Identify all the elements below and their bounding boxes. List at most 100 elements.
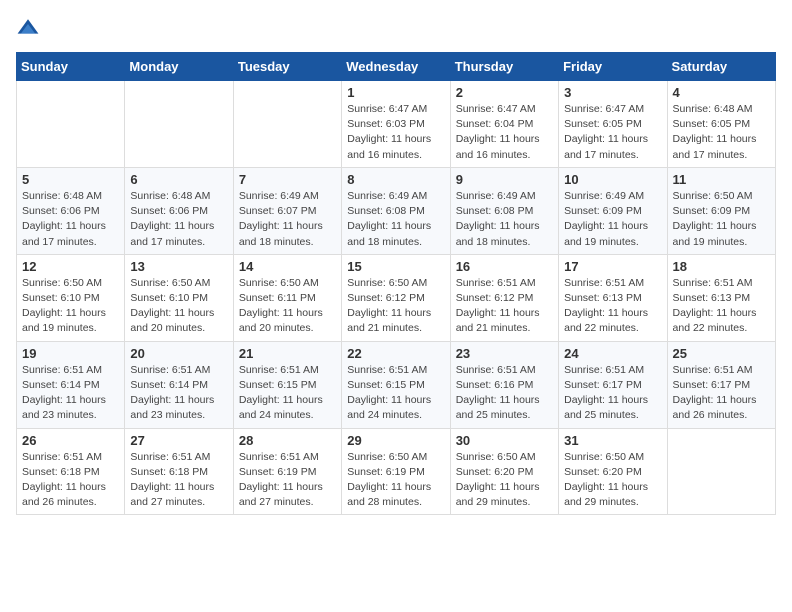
day-number: 13: [130, 259, 227, 274]
day-info: Sunrise: 6:47 AMSunset: 6:04 PMDaylight:…: [456, 102, 553, 163]
calendar-day-cell: 14 Sunrise: 6:50 AMSunset: 6:11 PMDayligh…: [233, 254, 341, 341]
day-info: Sunrise: 6:51 AMSunset: 6:19 PMDaylight:…: [239, 450, 336, 511]
calendar-week-row: 1Sunrise: 6:47 AMSunset: 6:03 PMDaylight…: [17, 81, 776, 168]
day-info: Sunrise: 6:49 AMSunset: 6:08 PMDaylight:…: [456, 189, 553, 250]
page-header: [16, 16, 776, 40]
day-info: Sunrise: 6:51 AMSunset: 6:18 PMDaylight:…: [130, 450, 227, 511]
day-info: Sunrise: 6:49 AMSunset: 6:08 PMDaylight:…: [347, 189, 444, 250]
day-of-week-header: Sunday: [17, 53, 125, 81]
day-number: 14: [239, 259, 336, 274]
day-info: Sunrise: 6:49 AMSunset: 6:09 PMDaylight:…: [564, 189, 661, 250]
calendar-day-cell: 20 Sunrise: 6:51 AMSunset: 6:14 PMDayligh…: [125, 341, 233, 428]
calendar-week-row: 26Sunrise: 6:51 AMSunset: 6:18 PMDayligh…: [17, 428, 776, 515]
day-number: 5: [22, 172, 119, 187]
calendar-day-cell: 11Sunrise: 6:50 AMSunset: 6:09 PMDayligh…: [667, 167, 775, 254]
day-number: 12: [22, 259, 119, 274]
day-info: Sunrise: 6:51 AMSunset: 6:13 PMDaylight:…: [673, 276, 770, 337]
day-info: Sunrise: 6:51 AMSunset: 6:15 PMDaylight:…: [239, 363, 336, 424]
day-number: 17: [564, 259, 661, 274]
day-info: Sunrise: 6:50 AMSunset: 6:10 PMDaylight:…: [22, 276, 119, 337]
calendar-table: SundayMondayTuesdayWednesdayThursdayFrid…: [16, 52, 776, 515]
day-number: 2: [456, 85, 553, 100]
day-info: Sunrise: 6:47 AMSunset: 6:03 PMDaylight:…: [347, 102, 444, 163]
day-number: 22: [347, 346, 444, 361]
calendar-day-cell: 13 Sunrise: 6:50 AMSunset: 6:10 PMDayligh…: [125, 254, 233, 341]
calendar-day-cell: 3 Sunrise: 6:47 AMSunset: 6:05 PMDaylight…: [559, 81, 667, 168]
days-of-week-row: SundayMondayTuesdayWednesdayThursdayFrid…: [17, 53, 776, 81]
day-number: 6: [130, 172, 227, 187]
calendar-header: SundayMondayTuesdayWednesdayThursdayFrid…: [17, 53, 776, 81]
day-number: 24: [564, 346, 661, 361]
day-info: Sunrise: 6:49 AMSunset: 6:07 PMDaylight:…: [239, 189, 336, 250]
calendar-day-cell: 5 Sunrise: 6:48 AMSunset: 6:06 PMDaylight…: [17, 167, 125, 254]
calendar-day-cell: [667, 428, 775, 515]
day-number: 15: [347, 259, 444, 274]
day-number: 9: [456, 172, 553, 187]
day-info: Sunrise: 6:50 AMSunset: 6:11 PMDaylight:…: [239, 276, 336, 337]
day-info: Sunrise: 6:51 AMSunset: 6:18 PMDaylight:…: [22, 450, 119, 511]
day-info: Sunrise: 6:51 AMSunset: 6:14 PMDaylight:…: [130, 363, 227, 424]
calendar-body: 1Sunrise: 6:47 AMSunset: 6:03 PMDaylight…: [17, 81, 776, 515]
calendar-day-cell: 2 Sunrise: 6:47 AMSunset: 6:04 PMDaylight…: [450, 81, 558, 168]
day-info: Sunrise: 6:50 AMSunset: 6:19 PMDaylight:…: [347, 450, 444, 511]
day-info: Sunrise: 6:51 AMSunset: 6:12 PMDaylight:…: [456, 276, 553, 337]
day-number: 21: [239, 346, 336, 361]
calendar-week-row: 19 Sunrise: 6:51 AMSunset: 6:14 PMDayligh…: [17, 341, 776, 428]
calendar-day-cell: [17, 81, 125, 168]
day-info: Sunrise: 6:51 AMSunset: 6:16 PMDaylight:…: [456, 363, 553, 424]
logo: [16, 16, 44, 40]
day-info: Sunrise: 6:50 AMSunset: 6:12 PMDaylight:…: [347, 276, 444, 337]
day-number: 8: [347, 172, 444, 187]
calendar-day-cell: [125, 81, 233, 168]
calendar-day-cell: 7Sunrise: 6:49 AMSunset: 6:07 PMDaylight…: [233, 167, 341, 254]
day-info: Sunrise: 6:50 AMSunset: 6:09 PMDaylight:…: [673, 189, 770, 250]
calendar-day-cell: 10Sunrise: 6:49 AMSunset: 6:09 PMDayligh…: [559, 167, 667, 254]
calendar-day-cell: 27 Sunrise: 6:51 AMSunset: 6:18 PMDayligh…: [125, 428, 233, 515]
calendar-day-cell: 31 Sunrise: 6:50 AMSunset: 6:20 PMDayligh…: [559, 428, 667, 515]
day-number: 29: [347, 433, 444, 448]
calendar-day-cell: 12 Sunrise: 6:50 AMSunset: 6:10 PMDayligh…: [17, 254, 125, 341]
day-of-week-header: Monday: [125, 53, 233, 81]
logo-icon: [16, 16, 40, 40]
day-number: 23: [456, 346, 553, 361]
day-number: 27: [130, 433, 227, 448]
day-info: Sunrise: 6:48 AMSunset: 6:05 PMDaylight:…: [673, 102, 770, 163]
day-info: Sunrise: 6:51 AMSunset: 6:17 PMDaylight:…: [673, 363, 770, 424]
calendar-day-cell: 15 Sunrise: 6:50 AMSunset: 6:12 PMDayligh…: [342, 254, 450, 341]
day-number: 4: [673, 85, 770, 100]
calendar-day-cell: 21 Sunrise: 6:51 AMSunset: 6:15 PMDayligh…: [233, 341, 341, 428]
day-of-week-header: Thursday: [450, 53, 558, 81]
day-info: Sunrise: 6:48 AMSunset: 6:06 PMDaylight:…: [130, 189, 227, 250]
day-number: 3: [564, 85, 661, 100]
day-info: Sunrise: 6:51 AMSunset: 6:15 PMDaylight:…: [347, 363, 444, 424]
calendar-day-cell: 30Sunrise: 6:50 AMSunset: 6:20 PMDayligh…: [450, 428, 558, 515]
day-number: 16: [456, 259, 553, 274]
day-info: Sunrise: 6:48 AMSunset: 6:06 PMDaylight:…: [22, 189, 119, 250]
calendar-day-cell: 25 Sunrise: 6:51 AMSunset: 6:17 PMDayligh…: [667, 341, 775, 428]
calendar-week-row: 5 Sunrise: 6:48 AMSunset: 6:06 PMDaylight…: [17, 167, 776, 254]
day-of-week-header: Saturday: [667, 53, 775, 81]
day-number: 18: [673, 259, 770, 274]
calendar-day-cell: 8 Sunrise: 6:49 AMSunset: 6:08 PMDaylight…: [342, 167, 450, 254]
calendar-day-cell: 18 Sunrise: 6:51 AMSunset: 6:13 PMDayligh…: [667, 254, 775, 341]
calendar-day-cell: 6 Sunrise: 6:48 AMSunset: 6:06 PMDaylight…: [125, 167, 233, 254]
day-info: Sunrise: 6:51 AMSunset: 6:13 PMDaylight:…: [564, 276, 661, 337]
calendar-day-cell: 4 Sunrise: 6:48 AMSunset: 6:05 PMDaylight…: [667, 81, 775, 168]
day-of-week-header: Wednesday: [342, 53, 450, 81]
day-number: 25: [673, 346, 770, 361]
calendar-day-cell: 17 Sunrise: 6:51 AMSunset: 6:13 PMDayligh…: [559, 254, 667, 341]
calendar-day-cell: 19Sunrise: 6:51 AMSunset: 6:14 PMDayligh…: [17, 341, 125, 428]
calendar-day-cell: 23 Sunrise: 6:51 AMSunset: 6:16 PMDayligh…: [450, 341, 558, 428]
day-info: Sunrise: 6:50 AMSunset: 6:10 PMDaylight:…: [130, 276, 227, 337]
calendar-day-cell: 16 Sunrise: 6:51 AMSunset: 6:12 PMDayligh…: [450, 254, 558, 341]
day-info: Sunrise: 6:51 AMSunset: 6:17 PMDaylight:…: [564, 363, 661, 424]
day-info: Sunrise: 6:50 AMSunset: 6:20 PMDaylight:…: [564, 450, 661, 511]
day-number: 19: [22, 346, 119, 361]
day-of-week-header: Tuesday: [233, 53, 341, 81]
day-of-week-header: Friday: [559, 53, 667, 81]
calendar-day-cell: 24 Sunrise: 6:51 AMSunset: 6:17 PMDayligh…: [559, 341, 667, 428]
day-number: 31: [564, 433, 661, 448]
day-number: 20: [130, 346, 227, 361]
day-info: Sunrise: 6:47 AMSunset: 6:05 PMDaylight:…: [564, 102, 661, 163]
day-number: 30: [456, 433, 553, 448]
